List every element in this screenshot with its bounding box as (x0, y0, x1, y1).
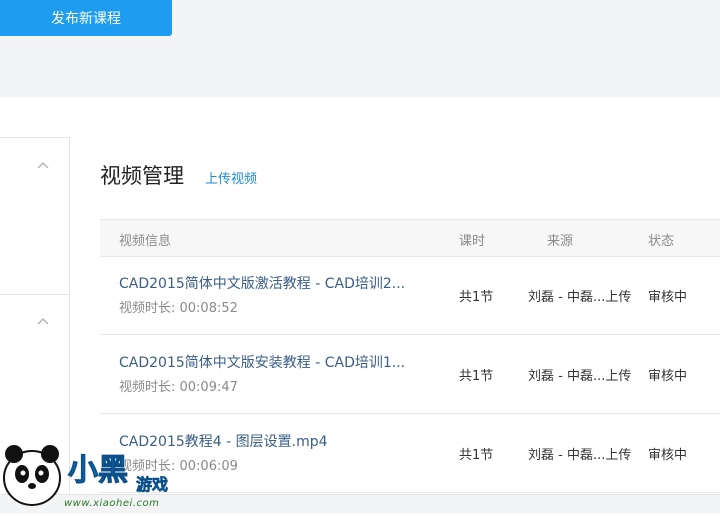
lesson-count: 共1节 (459, 448, 494, 463)
column-header-source: 来源 (547, 234, 574, 249)
top-bar: 发布新课程 (0, 0, 720, 97)
table-row: CAD2015简体中文版激活教程 - CAD培训2... 视频时长: 00:08… (100, 255, 720, 335)
table-row: CAD2015简体中文版安装教程 - CAD培训1... 视频时长: 00:09… (100, 334, 720, 414)
video-source: 刘磊 - 中磊...上传 (528, 290, 632, 305)
video-duration: 视频时长: 00:09:47 (119, 380, 238, 395)
lesson-count: 共1节 (459, 369, 494, 384)
svg-text:小黑: 小黑 (68, 453, 128, 488)
video-duration: 视频时长: 00:08:52 (119, 301, 238, 316)
svg-text:游戏: 游戏 (136, 475, 168, 494)
chevron-up-icon[interactable] (37, 316, 49, 328)
status-badge: 审核中 (648, 369, 688, 384)
video-source: 刘磊 - 中磊...上传 (528, 369, 632, 384)
column-header-lessons: 课时 (459, 234, 486, 249)
watermark-url: www.xiaohei.com (64, 498, 160, 509)
chevron-up-icon[interactable] (37, 160, 49, 172)
column-header-video-info: 视频信息 (119, 234, 172, 249)
lesson-count: 共1节 (459, 290, 494, 305)
column-header-status: 状态 (648, 234, 675, 249)
status-badge: 审核中 (648, 448, 688, 463)
video-title-link[interactable]: CAD2015简体中文版安装教程 - CAD培训1... (119, 352, 405, 372)
upload-video-link[interactable]: 上传视频 (205, 168, 257, 187)
sidebar-divider (0, 294, 69, 295)
status-badge: 审核中 (648, 290, 688, 305)
table-header: 视频信息 课时 来源 状态 (100, 219, 720, 257)
video-source: 刘磊 - 中磊...上传 (528, 448, 632, 463)
page-title: 视频管理 (100, 164, 184, 188)
video-title-link[interactable]: CAD2015简体中文版激活教程 - CAD培训2... (119, 273, 405, 293)
publish-new-course-button[interactable]: 发布新课程 (0, 0, 172, 36)
